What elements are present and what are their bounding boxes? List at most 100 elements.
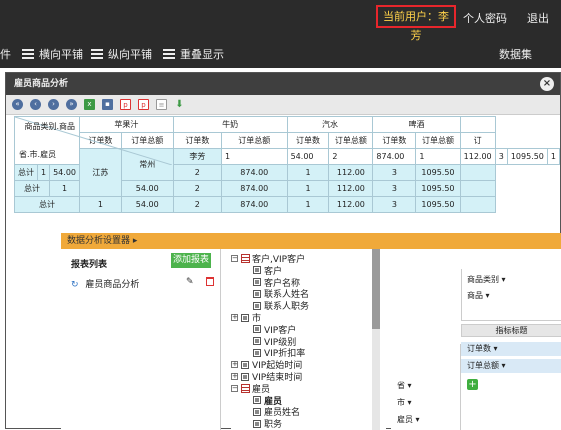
- last-page-icon[interactable]: »: [66, 99, 77, 110]
- report-list-item[interactable]: ↻ 雇员商品分析: [71, 277, 139, 290]
- horizontal-tile-button[interactable]: 横向平铺: [22, 46, 83, 62]
- table-cell: 112.00: [328, 164, 374, 181]
- tree-scrollbar[interactable]: [372, 249, 380, 430]
- row-field-chip[interactable]: 省 ▾: [397, 380, 412, 391]
- measure-chip[interactable]: 订单总额 ▾: [461, 359, 561, 373]
- add-report-button[interactable]: 添加报表: [171, 253, 211, 268]
- tree-item[interactable]: − 雇员: [231, 383, 270, 395]
- table-cell: 112.00: [459, 148, 496, 165]
- tree-item[interactable]: + VIP结束时间: [231, 371, 302, 383]
- analysis-dialog: 雇员商品分析 × « ‹ › » x ▪ p p ≡ ⬇ 商品类别.商品 省.市…: [5, 72, 561, 430]
- tree-item[interactable]: 客户名称: [253, 277, 300, 289]
- table-cell: 874.00: [220, 180, 288, 197]
- tree-item[interactable]: 雇员: [253, 395, 282, 407]
- close-icon[interactable]: ×: [540, 77, 554, 91]
- table-cell: 1: [286, 164, 330, 181]
- table-cell: 1: [220, 148, 288, 165]
- measure-header-partial: 订: [459, 132, 496, 149]
- overlap-display-label: 重叠显示: [180, 48, 224, 61]
- table-cell: 1: [415, 148, 461, 165]
- next-page-icon[interactable]: ›: [48, 99, 59, 110]
- tree-item[interactable]: VIP客户: [253, 324, 296, 336]
- table-cell: 874.00: [220, 196, 288, 213]
- field-icon: [241, 372, 249, 381]
- field-icon: [253, 396, 261, 405]
- dataset-button[interactable]: 数据集: [499, 46, 532, 62]
- document-icon[interactable]: ≡: [156, 99, 167, 110]
- expand-icon[interactable]: +: [231, 361, 238, 369]
- tree-item[interactable]: VIP折扣率: [253, 347, 305, 359]
- measure-title: 指标标题: [461, 324, 561, 337]
- tree-item-label: 联系人职务: [264, 302, 310, 313]
- field-icon: [253, 407, 261, 416]
- refresh-icon[interactable]: ↻: [71, 280, 79, 290]
- prev-page-icon[interactable]: ‹: [30, 99, 41, 110]
- pdf-export-icon[interactable]: p: [138, 99, 149, 110]
- tree-scroll-thumb[interactable]: [372, 249, 380, 329]
- tree-item[interactable]: 联系人职务: [253, 300, 310, 313]
- tree-item[interactable]: VIP级别: [253, 336, 296, 348]
- tree-item[interactable]: + 市: [231, 312, 261, 324]
- layout-panel: 商品类别 ▾ 商品 ▾ 指标标题 订单数 ▾ 订单总额 ▾ + 省 ▾ 市 ▾ …: [391, 249, 561, 430]
- expand-icon[interactable]: +: [231, 373, 238, 380]
- measure-chip[interactable]: 订单数 ▾: [461, 342, 561, 356]
- settings-bar[interactable]: 数据分析设置器 ▸: [61, 233, 561, 249]
- save-icon[interactable]: ▪: [102, 99, 113, 110]
- table-cell: 1: [79, 196, 122, 213]
- tree-item[interactable]: 雇员姓名: [253, 406, 300, 418]
- measure-header: 订单总额: [328, 132, 374, 149]
- download-icon[interactable]: ⬇: [174, 99, 185, 110]
- field-icon: [241, 313, 249, 322]
- toolbar-item-partial[interactable]: 件: [0, 46, 11, 62]
- first-page-icon[interactable]: «: [12, 99, 23, 110]
- tree-item[interactable]: 联系人姓名: [253, 288, 309, 300]
- add-measure-icon[interactable]: +: [467, 379, 478, 390]
- table-cell: 874.00: [220, 164, 288, 181]
- overlap-icon: [163, 49, 175, 59]
- column-field-chip[interactable]: 商品类别 ▾: [467, 274, 506, 285]
- table-cell: 1: [286, 180, 330, 197]
- edit-icon[interactable]: ✎: [186, 277, 194, 287]
- pdf-icon[interactable]: p: [120, 99, 131, 110]
- measure-header: 订单数: [172, 132, 222, 149]
- pivot-corner: 商品类别.商品 省.市.雇员: [14, 116, 172, 165]
- tree-item[interactable]: + VIP起始时间: [231, 359, 302, 371]
- table-cell: 1: [36, 164, 51, 181]
- tree-item[interactable]: 客户: [253, 265, 282, 277]
- table-cell: 2: [328, 148, 374, 165]
- excel-icon[interactable]: x: [84, 99, 95, 110]
- product-header: 啤酒: [372, 116, 461, 133]
- profile-password-link[interactable]: 个人密码: [463, 10, 507, 26]
- pivot-table: 商品类别.商品 省.市.雇员 苹果汁 牛奶 汽水 啤酒 订单数 订单总额 订单数…: [13, 116, 561, 213]
- table-cell: 3: [372, 164, 417, 181]
- logout-link[interactable]: 退出: [527, 10, 549, 26]
- expand-icon[interactable]: +: [231, 314, 238, 321]
- tile-horizontal-icon: [22, 49, 34, 59]
- report-list-panel: 报表列表 添加报表 ↻ 雇员商品分析 ✎: [61, 249, 221, 430]
- field-tree: − 客户,VIP客户 客户 客户名称 联系人姓名联系人职务 + 市 VIP客户 VIP级别 VIP…: [231, 249, 386, 430]
- table-cell: 2: [172, 180, 222, 197]
- row-field-chip[interactable]: 雇员 ▾: [397, 414, 420, 425]
- field-icon: [253, 301, 261, 310]
- corner-row-header: 省.市.雇员: [19, 150, 57, 159]
- measure-header: 订单总额: [415, 132, 461, 149]
- table-cell: 1095.50: [415, 180, 461, 197]
- column-field-chip[interactable]: 商品 ▾: [467, 290, 490, 301]
- collapse-icon[interactable]: −: [231, 384, 238, 392]
- row-field-chip[interactable]: 市 ▾: [397, 397, 412, 408]
- tree-item[interactable]: 职务: [253, 418, 283, 430]
- field-icon: [253, 278, 261, 287]
- vertical-tile-button[interactable]: 纵向平铺: [91, 46, 152, 62]
- field-icon: [253, 337, 261, 346]
- tree-item-label: 职务: [264, 420, 283, 430]
- table-cell: 1095.50: [415, 164, 461, 181]
- horizontal-tile-label: 横向平铺: [39, 48, 83, 61]
- row-grand-total-label: 总计: [14, 196, 80, 213]
- overlap-display-button[interactable]: 重叠显示: [163, 46, 224, 62]
- tree-item[interactable]: − 客户,VIP客户: [231, 253, 305, 265]
- measure-header: 订单数: [286, 132, 330, 149]
- collapse-icon[interactable]: −: [231, 255, 238, 262]
- table-cell: 1: [49, 180, 80, 197]
- product-header: 汽水: [286, 116, 374, 133]
- delete-icon[interactable]: [206, 277, 214, 286]
